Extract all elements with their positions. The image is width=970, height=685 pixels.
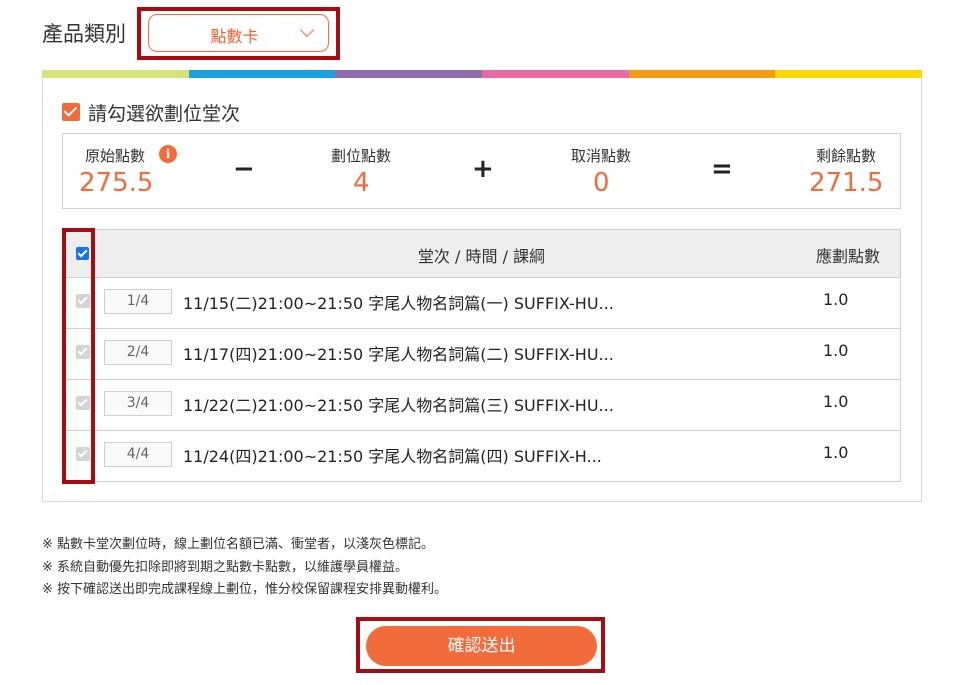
session-description: 11/15(二)21:00~21:50 字尾人物名詞篇(一) SUFFIX-HU…	[183, 294, 614, 313]
sessions-table: 堂次 / 時間 / 課綱 應劃點數 1/4 11/15(二)21:00~21:5…	[62, 229, 901, 482]
remaining-points-value: 271.5	[809, 168, 884, 198]
table-row: 4/4 11/24(四)21:00~21:50 字尾人物名詞篇(四) SUFFI…	[63, 431, 900, 482]
table-row: 2/4 11/17(四)21:00~21:50 字尾人物名詞篇(二) SUFFI…	[63, 329, 900, 380]
stripe-segment	[335, 70, 483, 78]
product-category-select[interactable]: 點數卡	[148, 14, 329, 52]
session-points: 1.0	[823, 392, 849, 411]
checkbox-column-highlight	[62, 228, 95, 484]
booked-points-label: 劃位點數	[331, 147, 392, 165]
booked-points-value: 4	[353, 168, 370, 198]
equals-operator: =	[711, 154, 733, 184]
table-row: 3/4 11/22(二)21:00~21:50 字尾人物名詞篇(三) SUFFI…	[63, 380, 900, 431]
session-number: 2/4	[104, 340, 172, 365]
select-sessions-row: 請勾選欲劃位堂次	[62, 99, 240, 125]
session-points: 1.0	[823, 290, 849, 309]
note-line: ※ 按下確認送出即完成課程線上劃位，惟分校保留課程安排異動權利。	[42, 582, 448, 597]
table-row: 1/4 11/15(二)21:00~21:50 字尾人物名詞篇(一) SUFFI…	[63, 278, 900, 329]
note-line: ※ 系統自動優先扣除即將到期之點數卡點數，以維護學員權益。	[42, 559, 409, 575]
note-line: ※ 點數卡堂次劃位時，線上劃位名額已滿、衝堂者，以淺灰色標記。	[42, 537, 435, 552]
session-number: 1/4	[104, 289, 172, 314]
points-summary: 原始點數 i 275.5 − 劃位點數 4 + 取消點數 0 = 剩餘點數 27…	[62, 133, 901, 209]
stripe-segment	[482, 70, 629, 78]
color-stripe	[42, 70, 923, 78]
stripe-segment	[775, 70, 923, 78]
header-session-time-syllabus: 堂次 / 時間 / 課綱	[417, 247, 546, 266]
cancel-points-value: 0	[593, 168, 610, 198]
remaining-points-label: 剩餘點數	[816, 147, 877, 165]
session-description: 11/24(四)21:00~21:50 字尾人物名詞篇(四) SUFFIX-H.…	[183, 447, 602, 466]
header-required-points: 應劃點數	[815, 247, 880, 266]
original-points-label: 原始點數	[85, 147, 146, 165]
confirm-submit-button[interactable]: 確認送出	[366, 626, 597, 666]
session-points: 1.0	[823, 341, 849, 360]
session-number: 3/4	[104, 391, 172, 416]
plus-operator: +	[472, 154, 494, 184]
product-category-label: 產品類別	[42, 22, 126, 46]
minus-operator: −	[233, 154, 255, 184]
notes: ※ 點數卡堂次劃位時，線上劃位名額已滿、衝堂者，以淺灰色標記。 ※ 系統自動優先…	[42, 534, 447, 602]
info-icon[interactable]: i	[159, 145, 177, 163]
session-number: 4/4	[104, 442, 172, 467]
select-sessions-label: 請勾選欲劃位堂次	[88, 102, 241, 125]
stripe-segment	[188, 70, 336, 78]
session-description: 11/22(二)21:00~21:50 字尾人物名詞篇(三) SUFFIX-HU…	[183, 396, 614, 415]
select-sessions-checkbox[interactable]	[62, 103, 80, 121]
session-points: 1.0	[823, 443, 849, 462]
stripe-segment	[42, 70, 189, 78]
cancel-points-label: 取消點數	[571, 147, 632, 165]
original-points-value: 275.5	[79, 168, 154, 198]
stripe-segment	[628, 70, 776, 78]
session-description: 11/17(四)21:00~21:50 字尾人物名詞篇(二) SUFFIX-HU…	[183, 345, 614, 364]
table-header: 堂次 / 時間 / 課綱 應劃點數	[63, 230, 900, 278]
